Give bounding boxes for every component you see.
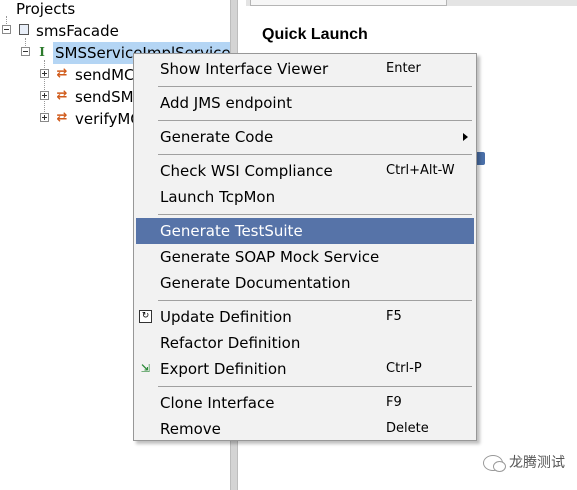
menu-item-shortcut: Ctrl-P	[386, 361, 422, 376]
tree-label: sendMC	[75, 66, 135, 84]
menu-item-generate-documentation[interactable]: Generate Documentation	[136, 270, 474, 296]
menu-item-update-definition[interactable]: ↻ Update Definition F5	[136, 304, 474, 330]
menu-item-label: Generate Documentation	[160, 274, 351, 292]
menu-separator	[158, 154, 472, 155]
menu-item-refactor-definition[interactable]: Refactor Definition	[136, 330, 474, 356]
collapse-toggle-icon[interactable]	[21, 47, 30, 56]
menu-item-clone-interface[interactable]: Clone Interface F9	[136, 390, 474, 416]
expand-toggle-icon[interactable]	[40, 113, 49, 122]
menu-item-add-jms-endpoint[interactable]: Add JMS endpoint	[136, 90, 474, 116]
menu-item-shortcut: F9	[386, 395, 402, 410]
menu-separator	[158, 300, 472, 301]
menu-item-label: Show Interface Viewer	[160, 60, 329, 78]
menu-item-label: Refactor Definition	[160, 334, 301, 352]
context-menu: Show Interface Viewer Enter Add JMS endp…	[133, 53, 477, 441]
menu-item-shortcut: Enter	[386, 61, 421, 76]
tree-label: smsFacade	[36, 22, 119, 40]
expand-toggle-icon[interactable]	[40, 91, 49, 100]
tree-label: sendSM	[75, 88, 134, 106]
menu-item-label: Update Definition	[160, 308, 292, 326]
menu-item-label: Clone Interface	[160, 394, 275, 412]
menu-item-launch-tcpmon[interactable]: Launch TcpMon	[136, 184, 474, 210]
menu-separator	[158, 86, 472, 87]
tree-root-projects[interactable]: Projects	[0, 0, 230, 20]
menu-item-label: Remove	[160, 420, 221, 438]
menu-item-remove[interactable]: Remove Delete	[136, 416, 474, 442]
watermark-text: 龙腾测试	[509, 455, 565, 471]
submenu-arrow-icon	[463, 133, 468, 141]
menu-item-label: Generate SOAP Mock Service	[160, 248, 380, 266]
update-icon: ↻	[139, 310, 152, 323]
tab-active[interactable]	[250, 0, 447, 6]
menu-item-label: Launch TcpMon	[160, 188, 276, 206]
menu-item-generate-testsuite[interactable]: Generate TestSuite	[136, 218, 474, 244]
menu-item-shortcut: F5	[386, 309, 402, 324]
interface-icon: I	[39, 45, 45, 59]
quick-launch-heading: Quick Launch	[262, 26, 368, 43]
expand-toggle-icon[interactable]	[40, 69, 49, 78]
project-icon	[19, 24, 29, 35]
operation-icon: ⇄	[56, 66, 68, 81]
tree-label: verifyMC	[75, 110, 141, 128]
operation-icon: ⇄	[56, 110, 68, 125]
menu-item-show-interface-viewer[interactable]: Show Interface Viewer Enter	[136, 56, 474, 82]
menu-separator	[158, 120, 472, 121]
menu-item-export-definition[interactable]: ⇲ Export Definition Ctrl-P	[136, 356, 474, 382]
menu-item-shortcut: Delete	[386, 421, 429, 436]
menu-item-label: Check WSI Compliance	[160, 162, 333, 180]
operation-icon: ⇄	[56, 88, 68, 103]
menu-item-label: Generate Code	[160, 128, 274, 146]
export-icon: ⇲	[140, 362, 151, 375]
menu-separator	[158, 214, 472, 215]
tree-project-node[interactable]: smsFacade	[0, 20, 230, 42]
menu-item-label: Generate TestSuite	[160, 222, 303, 240]
menu-separator	[158, 386, 472, 387]
menu-item-label: Add JMS endpoint	[160, 94, 292, 112]
menu-item-shortcut: Ctrl+Alt-W	[386, 163, 455, 178]
wechat-icon	[483, 455, 506, 472]
menu-item-check-wsi-compliance[interactable]: Check WSI Compliance Ctrl+Alt-W	[136, 158, 474, 184]
watermark: 龙腾测试	[483, 452, 565, 472]
tree-label: Projects	[16, 0, 76, 18]
menu-item-generate-soap-mock-service[interactable]: Generate SOAP Mock Service	[136, 244, 474, 270]
collapse-toggle-icon[interactable]	[2, 25, 11, 34]
menu-item-label: Export Definition	[160, 360, 287, 378]
menu-item-generate-code[interactable]: Generate Code	[136, 124, 474, 150]
